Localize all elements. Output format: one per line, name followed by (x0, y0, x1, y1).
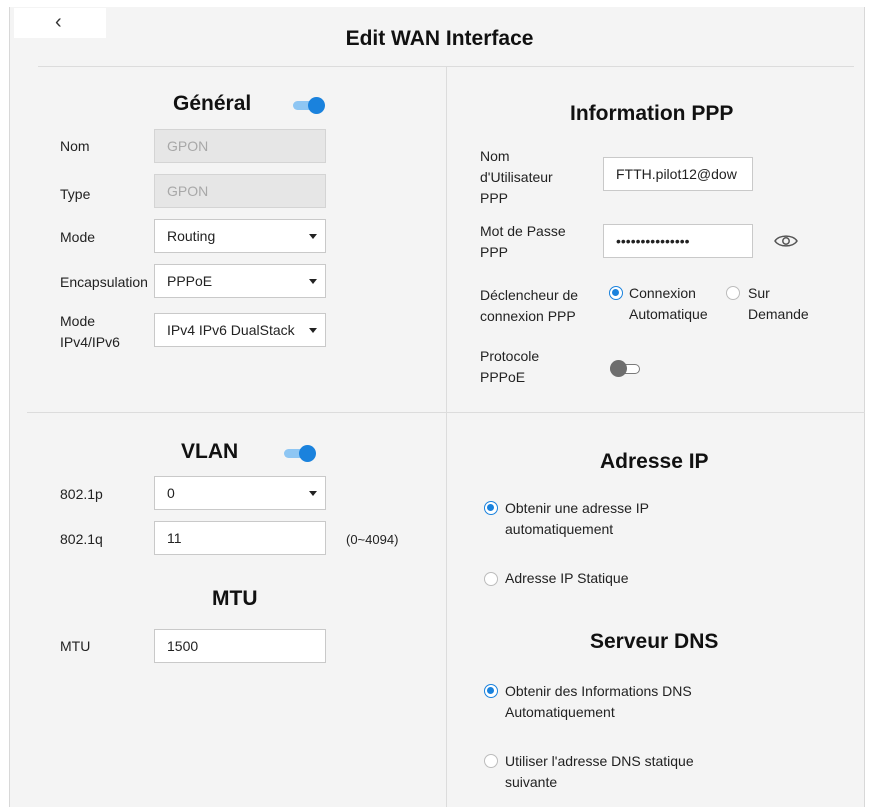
vlan-8021q-range: (0~4094) (346, 532, 399, 547)
encapsulation-value: PPPoE (167, 273, 213, 289)
trigger-demand-radio[interactable] (726, 286, 740, 300)
trigger-auto-radio[interactable] (609, 286, 623, 300)
ip-static-label[interactable]: Adresse IP Statique (505, 568, 628, 589)
trigger-auto-label-line1: Connexion (629, 285, 696, 301)
ppp-username-field[interactable]: FTTH.pilot12@dow (603, 157, 753, 191)
vlan-8021q-field[interactable]: 11 (154, 521, 326, 555)
general-heading: Général (173, 92, 252, 115)
ppp-trigger-label-line2: connexion PPP (480, 308, 576, 324)
left-section-divider (27, 412, 447, 413)
encapsulation-select[interactable]: PPPoE (154, 264, 326, 298)
pppoe-protocol-toggle[interactable] (610, 359, 642, 377)
dns-heading: Serveur DNS (590, 630, 719, 653)
ppp-trigger-label: Déclencheur de connexion PPP (480, 285, 578, 327)
dns-auto-label-line1: Obtenir des Informations DNS (505, 683, 692, 699)
trigger-auto-label[interactable]: Connexion Automatique (629, 283, 708, 325)
pppoe-protocol-label: Protocole PPPoE (480, 346, 539, 388)
column-divider (446, 67, 447, 807)
ip-auto-label[interactable]: Obtenir une adresse IP automatiquement (505, 498, 649, 540)
dns-auto-label-line2: Automatiquement (505, 704, 615, 720)
pppoe-protocol-label-line1: Protocole (480, 348, 540, 364)
trigger-auto-label-line2: Automatique (629, 306, 708, 322)
trigger-demand-label[interactable]: Sur Demande (748, 283, 809, 325)
type-field[interactable]: GPON (154, 174, 326, 208)
mode-label: Mode (60, 229, 96, 245)
page-title: Edit WAN Interface (345, 27, 534, 50)
ppp-password-label: Mot de Passe PPP (480, 221, 566, 263)
ipmode-select[interactable]: IPv4 IPv6 DualStack (154, 313, 326, 347)
ipmode-label: Mode IPv4/IPv6 (60, 311, 120, 353)
ppp-username-label-line1: Nom (480, 148, 510, 164)
ppp-password-field[interactable]: ••••••••••••••• (603, 224, 753, 258)
ip-static-radio[interactable] (484, 572, 498, 586)
vlan-heading: VLAN (181, 440, 239, 463)
trigger-demand-label-line1: Sur (748, 285, 770, 301)
vlan-8021p-value: 0 (167, 485, 175, 501)
ppp-username-label-line2: d'Utilisateur (480, 169, 553, 185)
chevron-down-icon (309, 328, 317, 333)
ipmode-label-line1: Mode (60, 313, 96, 329)
mtu-field[interactable]: 1500 (154, 629, 326, 663)
dns-auto-label[interactable]: Obtenir des Informations DNS Automatiquem… (505, 681, 692, 723)
ppp-trigger-label-line1: Déclencheur de (480, 287, 579, 303)
eye-icon[interactable] (774, 233, 798, 249)
nom-label: Nom (60, 138, 90, 154)
chevron-down-icon (309, 491, 317, 496)
mode-value: Routing (167, 228, 216, 244)
mtu-heading: MTU (212, 587, 258, 610)
ipmode-label-line2: IPv4/IPv6 (60, 334, 120, 350)
dns-static-label-line1: Utiliser l'adresse DNS statique (505, 753, 694, 769)
vlan-toggle[interactable] (284, 444, 316, 462)
ipmode-value: IPv4 IPv6 DualStack (167, 322, 295, 338)
ppp-password-label-line1: Mot de Passe (480, 223, 566, 239)
ppp-heading: Information PPP (570, 102, 734, 125)
nom-field[interactable]: GPON (154, 129, 326, 163)
ip-auto-radio[interactable] (484, 501, 498, 515)
dns-static-label[interactable]: Utiliser l'adresse DNS statique suivante (505, 751, 694, 793)
mtu-label: MTU (60, 638, 91, 654)
dns-static-radio[interactable] (484, 754, 498, 768)
type-label: Type (60, 186, 91, 202)
vlan-8021q-label: 802.1q (60, 531, 103, 547)
right-section-divider (447, 412, 865, 413)
ip-heading: Adresse IP (600, 450, 709, 473)
ip-auto-label-line1: Obtenir une adresse IP (505, 500, 649, 516)
ip-auto-label-line2: automatiquement (505, 521, 614, 537)
encapsulation-label: Encapsulation (60, 274, 148, 290)
vlan-8021p-label: 802.1p (60, 486, 103, 502)
chevron-down-icon (309, 234, 317, 239)
dns-auto-radio[interactable] (484, 684, 498, 698)
chevron-down-icon (309, 279, 317, 284)
ppp-username-label-line3: PPP (480, 190, 509, 206)
wan-panel (9, 7, 865, 807)
trigger-demand-label-line2: Demande (748, 306, 809, 322)
ppp-password-label-line2: PPP (480, 244, 509, 260)
vlan-8021p-select[interactable]: 0 (154, 476, 326, 510)
mode-select[interactable]: Routing (154, 219, 326, 253)
ppp-username-label: Nom d'Utilisateur PPP (480, 146, 553, 209)
general-toggle[interactable] (293, 96, 325, 114)
dns-static-label-line2: suivante (505, 774, 558, 790)
pppoe-protocol-label-line2: PPPoE (480, 369, 526, 385)
